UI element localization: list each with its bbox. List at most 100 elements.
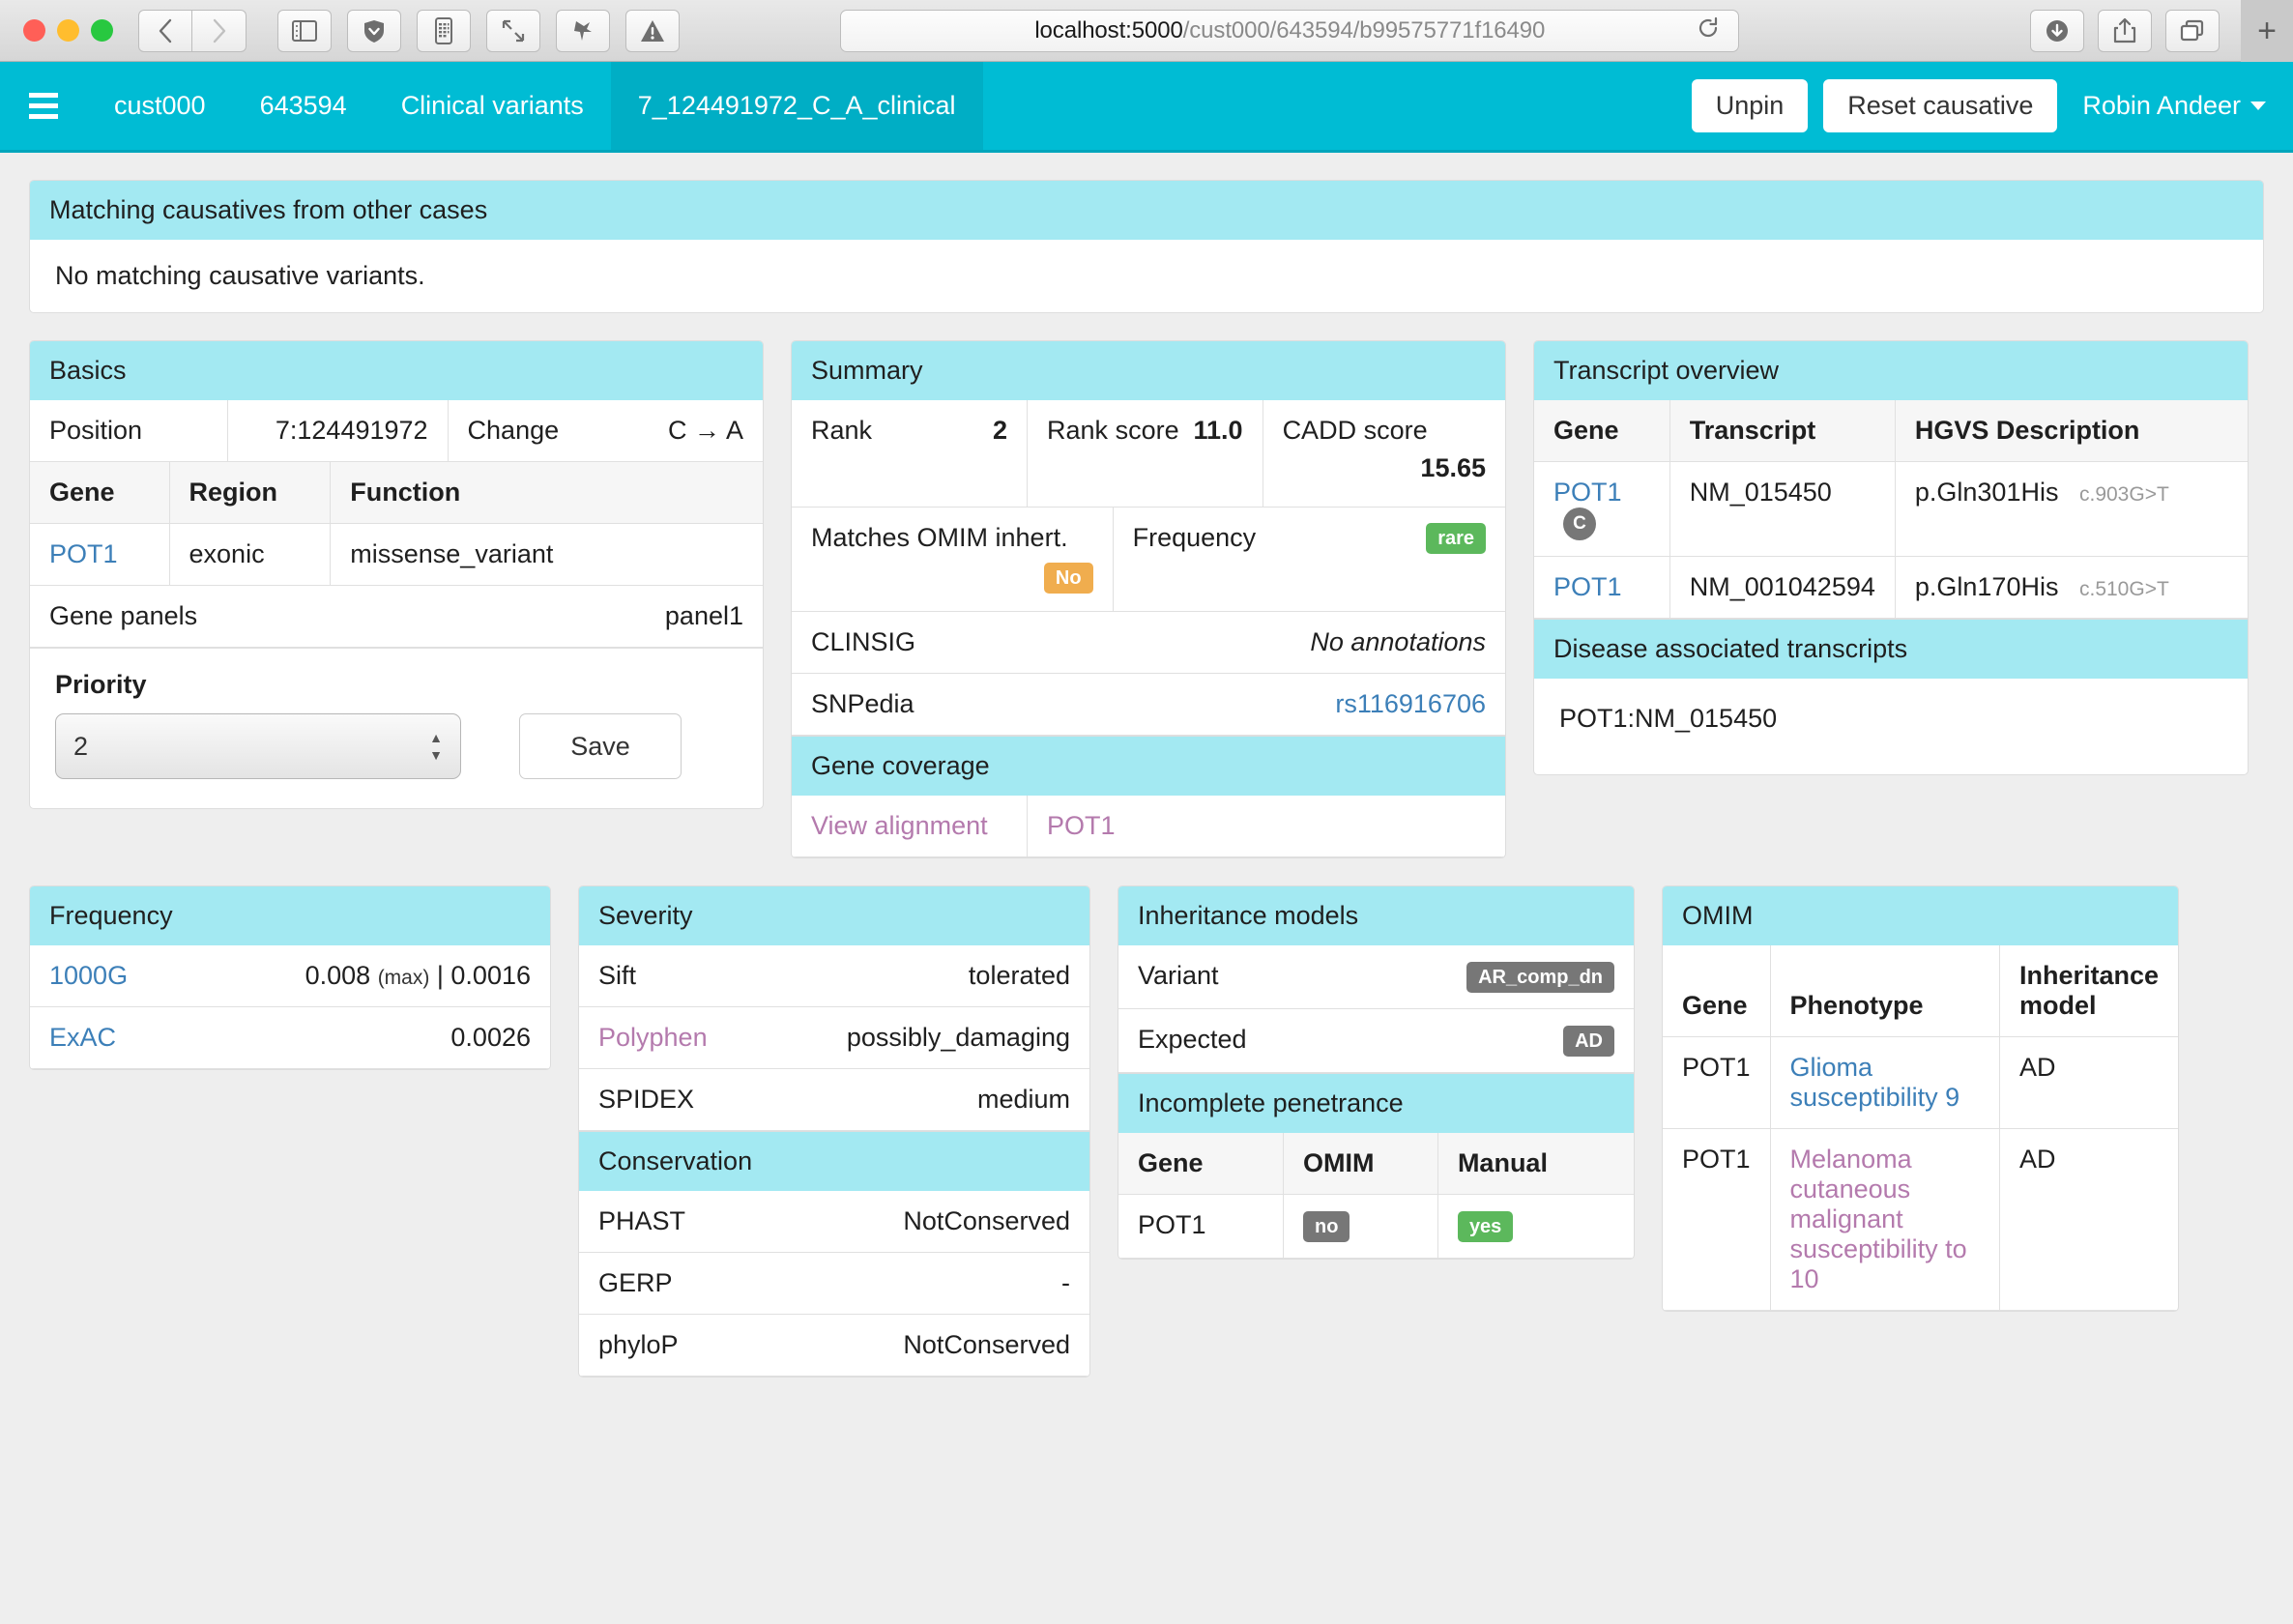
variant-model-label: Variant xyxy=(1118,945,1346,1008)
breadcrumb-clinical-variants[interactable]: Clinical variants xyxy=(374,62,611,150)
tab-overview-icon xyxy=(2179,18,2206,44)
penetrance-table: Gene OMIM Manual POT1 no yes xyxy=(1118,1133,1634,1259)
breadcrumb-variant[interactable]: 7_124491972_C_A_clinical xyxy=(611,62,983,150)
variant-model-badge: AR_comp_dn xyxy=(1466,962,1614,993)
severity-title: Severity xyxy=(579,886,1089,945)
chevron-down-icon xyxy=(2250,102,2266,110)
user-menu[interactable]: Robin Andeer xyxy=(2073,91,2266,121)
frequency-source-link[interactable]: ExAC xyxy=(30,1007,207,1069)
save-button[interactable]: Save xyxy=(519,713,682,779)
shield-download-icon xyxy=(362,18,387,44)
unpin-button[interactable]: Unpin xyxy=(1692,79,1809,132)
tab-overview-button[interactable] xyxy=(2165,10,2220,52)
cadd-value: 15.65 xyxy=(1283,453,1486,483)
polyphen-link[interactable]: Polyphen xyxy=(579,1007,763,1069)
rank-score-cell: Rank score 11.0 xyxy=(1028,400,1263,507)
transcript-overview-panel: Transcript overview Gene Transcript HGVS… xyxy=(1533,340,2249,775)
transcript-overview-title: Transcript overview xyxy=(1534,341,2248,400)
pocket-button[interactable] xyxy=(556,10,610,52)
phast-value: NotConserved xyxy=(772,1191,1089,1253)
reload-button[interactable] xyxy=(1696,15,1721,45)
coverage-gene-link[interactable]: POT1 xyxy=(1028,796,1505,857)
table-row: Polyphen possibly_damaging xyxy=(579,1007,1089,1069)
col-manual: Manual xyxy=(1437,1133,1634,1195)
url-text: localhost:5000/cust000/643594/b99575771f… xyxy=(1034,17,1545,44)
gene-link[interactable]: POT1 xyxy=(1534,557,1669,619)
breadcrumb-case[interactable]: 643594 xyxy=(233,62,374,150)
share-icon xyxy=(2112,17,2137,44)
frequency-value: 0.008 xyxy=(305,961,371,990)
reset-causative-button[interactable]: Reset causative xyxy=(1823,79,2057,132)
col-hgvs: HGVS Description xyxy=(1895,400,2248,462)
expected-model-cell: AD xyxy=(1346,1008,1634,1072)
summary-clinsig-table: CLINSIG No annotations SNPedia rs1169167… xyxy=(792,612,1505,736)
share-button[interactable] xyxy=(2098,10,2152,52)
hamburger-menu-icon xyxy=(29,93,58,98)
frequency-separator: | xyxy=(437,961,444,990)
table-row: SPIDEX medium xyxy=(579,1069,1089,1131)
table-row: POT1 Glioma susceptibility 9 AD xyxy=(1663,1037,2178,1129)
page-content: Matching causatives from other cases No … xyxy=(0,153,2293,1624)
table-row: View alignment POT1 xyxy=(792,796,1505,857)
gene-link[interactable]: POT1 xyxy=(30,524,169,586)
maximize-window-button[interactable] xyxy=(91,19,113,42)
navigation-buttons xyxy=(138,10,247,52)
back-button[interactable] xyxy=(138,10,192,52)
shield-download-button[interactable] xyxy=(347,10,401,52)
top-panel-row: Basics Position 7:124491972 Change C → A… xyxy=(29,340,2264,885)
new-tab-icon: + xyxy=(2257,13,2277,50)
severity-panel: Severity Sift tolerated Polyphen possibl… xyxy=(578,885,1090,1378)
warning-button[interactable] xyxy=(625,10,680,52)
transcript-column: Transcript overview Gene Transcript HGVS… xyxy=(1533,340,2249,802)
view-alignment-link[interactable]: View alignment xyxy=(792,796,1028,857)
address-bar[interactable]: localhost:5000/cust000/643594/b99575771f… xyxy=(840,10,1739,52)
reader-button[interactable] xyxy=(417,10,471,52)
minimize-window-button[interactable] xyxy=(57,19,79,42)
matching-causatives-panel: Matching causatives from other cases No … xyxy=(29,180,2264,313)
table-row: Rank 2 Rank score 11.0 CADD score 15.65 xyxy=(792,400,1505,507)
new-tab-button[interactable]: + xyxy=(2241,0,2293,62)
table-header-row: Gene Transcript HGVS Description xyxy=(1534,400,2248,462)
navbar-actions: Unpin Reset causative Robin Andeer xyxy=(1692,62,2293,150)
table-row: POT1 no yes xyxy=(1118,1194,1634,1258)
change-label: Change xyxy=(448,400,609,462)
frequency-badge: rare xyxy=(1426,523,1486,554)
rank-score-value: 11.0 xyxy=(1194,416,1243,446)
inheritance-title: Inheritance models xyxy=(1118,886,1634,945)
gerp-value: - xyxy=(772,1253,1089,1315)
omim-phenotype-link[interactable]: Glioma susceptibility 9 xyxy=(1770,1037,1999,1129)
table-row: CLINSIG No annotations xyxy=(792,612,1505,674)
snpedia-link[interactable]: rs116916706 xyxy=(1078,674,1505,736)
omim-inherit-cell: Matches OMIM inhert. No xyxy=(792,508,1113,612)
table-row: ExAC 0.0026 xyxy=(30,1007,550,1069)
reader-icon xyxy=(434,17,453,44)
gene-link[interactable]: POT1 xyxy=(1553,478,1622,507)
app-navbar: cust000 643594 Clinical variants 7_12449… xyxy=(0,62,2293,153)
sift-label: Sift xyxy=(579,945,763,1007)
hamburger-menu-button[interactable] xyxy=(0,62,87,150)
fullscreen-button[interactable] xyxy=(486,10,540,52)
rank-label: Rank xyxy=(811,416,872,445)
priority-label: Priority xyxy=(55,670,738,700)
region-value: exonic xyxy=(169,524,331,586)
basics-panel: Basics Position 7:124491972 Change C → A… xyxy=(29,340,764,809)
downloads-button[interactable] xyxy=(2030,10,2084,52)
frequency-source-link[interactable]: 1000G xyxy=(30,945,207,1007)
omim-inherit-label: Matches OMIM inhert. xyxy=(811,523,1068,552)
forward-arrow-icon xyxy=(212,18,227,44)
basics-panels-table: Gene panels panel1 xyxy=(30,586,763,648)
omim-phenotype-link[interactable]: Melanoma cutaneous malignant susceptibil… xyxy=(1770,1129,1999,1311)
bottom-panel-row: Frequency 1000G 0.008 (max) | 0.0016 ExA… xyxy=(29,885,2264,1405)
gene-coverage-table: View alignment POT1 xyxy=(792,796,1505,857)
forward-button[interactable] xyxy=(192,10,247,52)
reload-icon xyxy=(1696,15,1721,41)
gene-panels-label: Gene panels xyxy=(30,586,480,648)
table-row: POT1 NM_001042594 p.Gln170His c.510G>T xyxy=(1534,557,2248,619)
sidebar-toggle-button[interactable] xyxy=(277,10,332,52)
close-window-button[interactable] xyxy=(23,19,45,42)
table-row: Gene panels panel1 xyxy=(30,586,763,648)
phast-label: PHAST xyxy=(579,1191,772,1253)
breadcrumb-institute[interactable]: cust000 xyxy=(87,62,233,150)
priority-select[interactable]: 2 ▲▼ xyxy=(55,713,461,779)
gene-panels-value: panel1 xyxy=(480,586,763,648)
